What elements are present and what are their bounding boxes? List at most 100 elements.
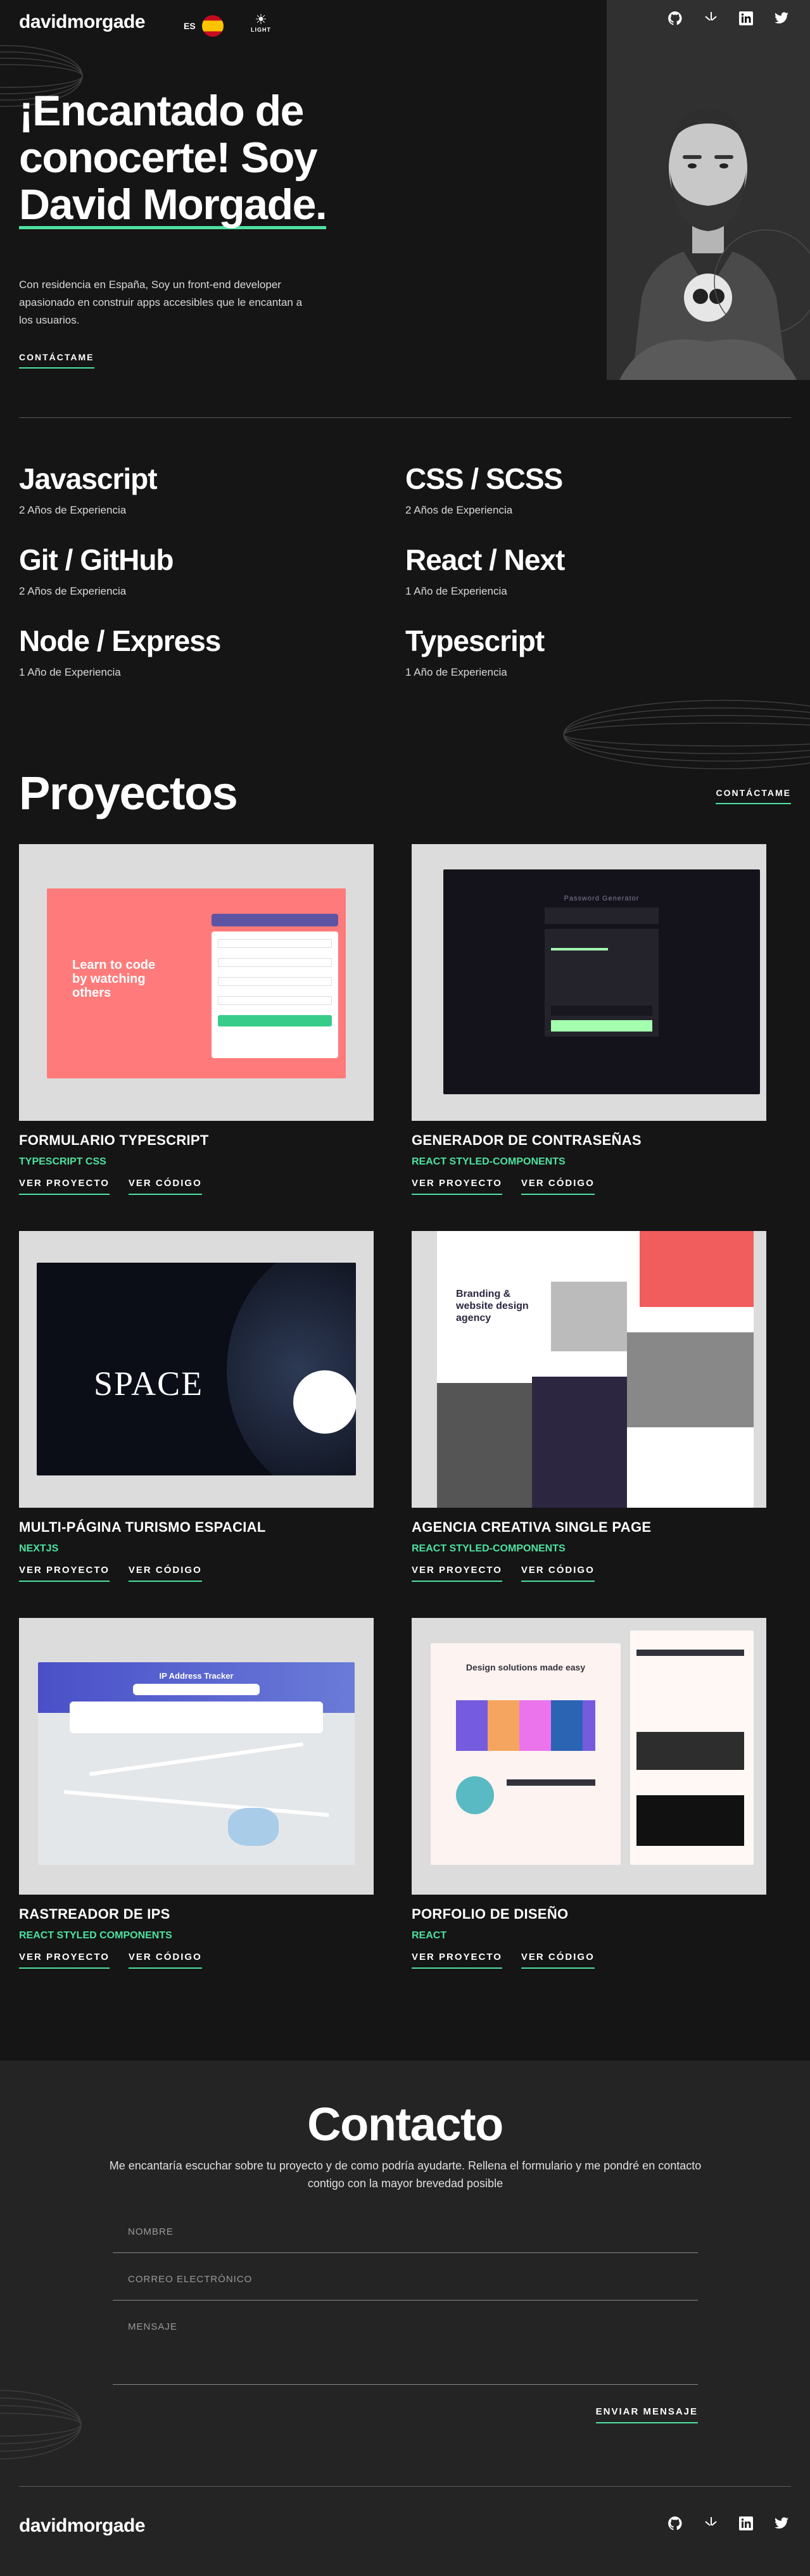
project-card: Branding & website design agency AGENCIA… <box>412 1231 766 1618</box>
project-name: GENERADOR DE CONTRASEÑAS <box>412 1132 642 1148</box>
project-links: VER PROYECTO VER CÓDIGO <box>412 1952 766 1969</box>
thumbnail-preview: Branding & website design agency <box>437 1231 754 1508</box>
projects-title: Proyectos <box>19 767 238 819</box>
contact-title: Contacto <box>307 2098 503 2150</box>
name-field[interactable]: NOMBRE <box>113 2226 698 2253</box>
view-code-link[interactable]: VER CÓDIGO <box>128 1178 202 1195</box>
thumbnail-preview-secondary <box>630 1631 754 1865</box>
view-code-link[interactable]: VER CÓDIGO <box>521 1178 595 1195</box>
decorative-rings <box>0 2390 82 2459</box>
view-project-link[interactable]: VER PROYECTO <box>412 1565 502 1582</box>
skill-name: React / Next <box>405 543 565 576</box>
spain-flag-icon <box>201 15 224 37</box>
view-project-link[interactable]: VER PROYECTO <box>19 1952 110 1969</box>
project-tech: NEXTJS <box>19 1543 59 1554</box>
skill-name: Git / GitHub <box>19 543 174 576</box>
project-thumbnail[interactable]: Design solutions made easy <box>412 1618 766 1895</box>
hero-contact-button[interactable]: CONTÁCTAME <box>19 352 94 369</box>
skill-name: Node / Express <box>19 624 221 657</box>
skill-item: Javascript 2 Años de Experiencia <box>19 462 405 517</box>
view-project-link[interactable]: VER PROYECTO <box>19 1565 110 1582</box>
thumbnail-preview: SPACE <box>37 1263 356 1475</box>
skill-item: Node / Express 1 Año de Experiencia <box>19 624 405 679</box>
twitter-icon[interactable] <box>772 2514 791 2533</box>
skill-name: Javascript <box>19 462 158 495</box>
sun-icon: ☀ <box>255 11 267 27</box>
project-name: PORFOLIO DE DISEÑO <box>412 1906 569 1922</box>
frontend-mentor-icon[interactable] <box>701 2514 720 2533</box>
project-tech: REACT STYLED COMPONENTS <box>19 1930 172 1941</box>
projects-contact-button[interactable]: CONTÁCTAME <box>716 788 791 804</box>
view-code-link[interactable]: VER CÓDIGO <box>521 1565 595 1582</box>
logo[interactable]: davidmorgade <box>19 11 146 33</box>
project-name: FORMULARIO TYPESCRIPT <box>19 1132 209 1148</box>
thumbnail-caption: Password Generator <box>564 895 640 902</box>
thumbnail-caption: SPACE <box>94 1365 204 1403</box>
project-tech: REACT STYLED-COMPONENTS <box>412 1543 566 1554</box>
project-tech: REACT <box>412 1930 447 1941</box>
project-thumbnail[interactable]: SPACE <box>19 1231 374 1508</box>
view-project-link[interactable]: VER PROYECTO <box>19 1178 110 1195</box>
project-links: VER PROYECTO VER CÓDIGO <box>19 1952 374 1969</box>
skill-experience: 1 Año de Experiencia <box>405 666 507 678</box>
send-message-button[interactable]: ENVIAR MENSAJE <box>595 2406 698 2423</box>
footer-divider <box>19 2486 791 2487</box>
github-icon[interactable] <box>666 2514 685 2533</box>
thumbnail-preview: Learn to code by watching others <box>47 888 346 1078</box>
project-links: VER PROYECTO VER CÓDIGO <box>412 1178 766 1195</box>
thumbnail-caption: Learn to code by watching others <box>72 958 156 1000</box>
github-icon[interactable] <box>666 9 685 28</box>
hero-title-line2: conocerte! Soy <box>19 134 318 182</box>
email-field[interactable]: CORREO ELECTRÓNICO <box>113 2274 698 2301</box>
skills-grid: Javascript 2 Años de Experiencia CSS / S… <box>19 462 791 679</box>
project-thumbnail[interactable]: Branding & website design agency <box>412 1231 766 1508</box>
project-name: AGENCIA CREATIVA SINGLE PAGE <box>412 1519 652 1535</box>
project-links: VER PROYECTO VER CÓDIGO <box>412 1565 766 1582</box>
project-name: RASTREADOR DE IPS <box>19 1906 170 1922</box>
project-links: VER PROYECTO VER CÓDIGO <box>19 1565 374 1582</box>
project-thumbnail[interactable]: Password Generator <box>412 844 766 1121</box>
contact-description: Me encantaría escuchar sobre tu proyecto… <box>109 2159 702 2190</box>
theme-label: LIGHT <box>251 27 271 33</box>
project-card: Password Generator GENERADOR DE CONTRASE… <box>412 844 766 1231</box>
thumbnail-preview: IP Address Tracker <box>38 1662 355 1865</box>
language-code: ES <box>184 21 196 31</box>
skill-item: Git / GitHub 2 Años de Experiencia <box>19 543 405 598</box>
twitter-icon[interactable] <box>772 9 791 28</box>
linkedin-icon[interactable] <box>737 9 756 28</box>
footer-logo[interactable]: davidmorgade <box>19 2515 146 2537</box>
view-code-link[interactable]: VER CÓDIGO <box>128 1952 202 1969</box>
language-switch[interactable]: ES <box>184 15 224 37</box>
view-code-link[interactable]: VER CÓDIGO <box>128 1565 202 1582</box>
hero-title-line1: ¡Encantado de <box>19 87 305 135</box>
skill-name: Typescript <box>405 624 545 657</box>
footer-socials <box>666 2514 791 2533</box>
view-code-link[interactable]: VER CÓDIGO <box>521 1952 595 1969</box>
skill-experience: 2 Años de Experiencia <box>19 504 127 516</box>
project-links: VER PROYECTO VER CÓDIGO <box>19 1178 374 1195</box>
project-card: SPACE MULTI-PÁGINA TURISMO ESPACIAL NEXT… <box>19 1231 374 1618</box>
skill-item: CSS / SCSS 2 Años de Experiencia <box>405 462 791 517</box>
hero-divider <box>19 417 791 418</box>
project-card: IP Address Tracker RASTREADOR DE IPS REA… <box>19 1618 374 2005</box>
thumbnail-caption: Design solutions made easy <box>465 1662 586 1672</box>
project-card: Learn to code by watching others FORMULA… <box>19 844 374 1231</box>
project-thumbnail[interactable]: Learn to code by watching others <box>19 844 374 1121</box>
project-tech: REACT STYLED-COMPONENTS <box>412 1156 566 1167</box>
hero-title: ¡Encantado de conocerte! Soy David Morga… <box>19 87 412 229</box>
thumbnail-caption: Branding & website design agency <box>456 1289 529 1323</box>
project-name: MULTI-PÁGINA TURISMO ESPACIAL <box>19 1519 266 1535</box>
thumbnail-preview: Password Generator <box>443 869 760 1094</box>
project-tech: TYPESCRIPT CSS <box>19 1156 106 1167</box>
project-thumbnail[interactable]: IP Address Tracker <box>19 1618 374 1895</box>
view-project-link[interactable]: VER PROYECTO <box>412 1178 502 1195</box>
frontend-mentor-icon[interactable] <box>701 9 720 28</box>
skill-experience: 2 Años de Experiencia <box>405 504 513 516</box>
view-project-link[interactable]: VER PROYECTO <box>412 1952 502 1969</box>
message-field[interactable]: MENSAJE <box>113 2321 698 2385</box>
thumbnail-preview: Design solutions made easy <box>431 1643 621 1865</box>
decorative-rings <box>563 700 810 769</box>
skill-item: Typescript 1 Año de Experiencia <box>405 624 791 679</box>
linkedin-icon[interactable] <box>737 2514 756 2533</box>
theme-toggle[interactable]: ☀ LIGHT <box>248 11 274 34</box>
